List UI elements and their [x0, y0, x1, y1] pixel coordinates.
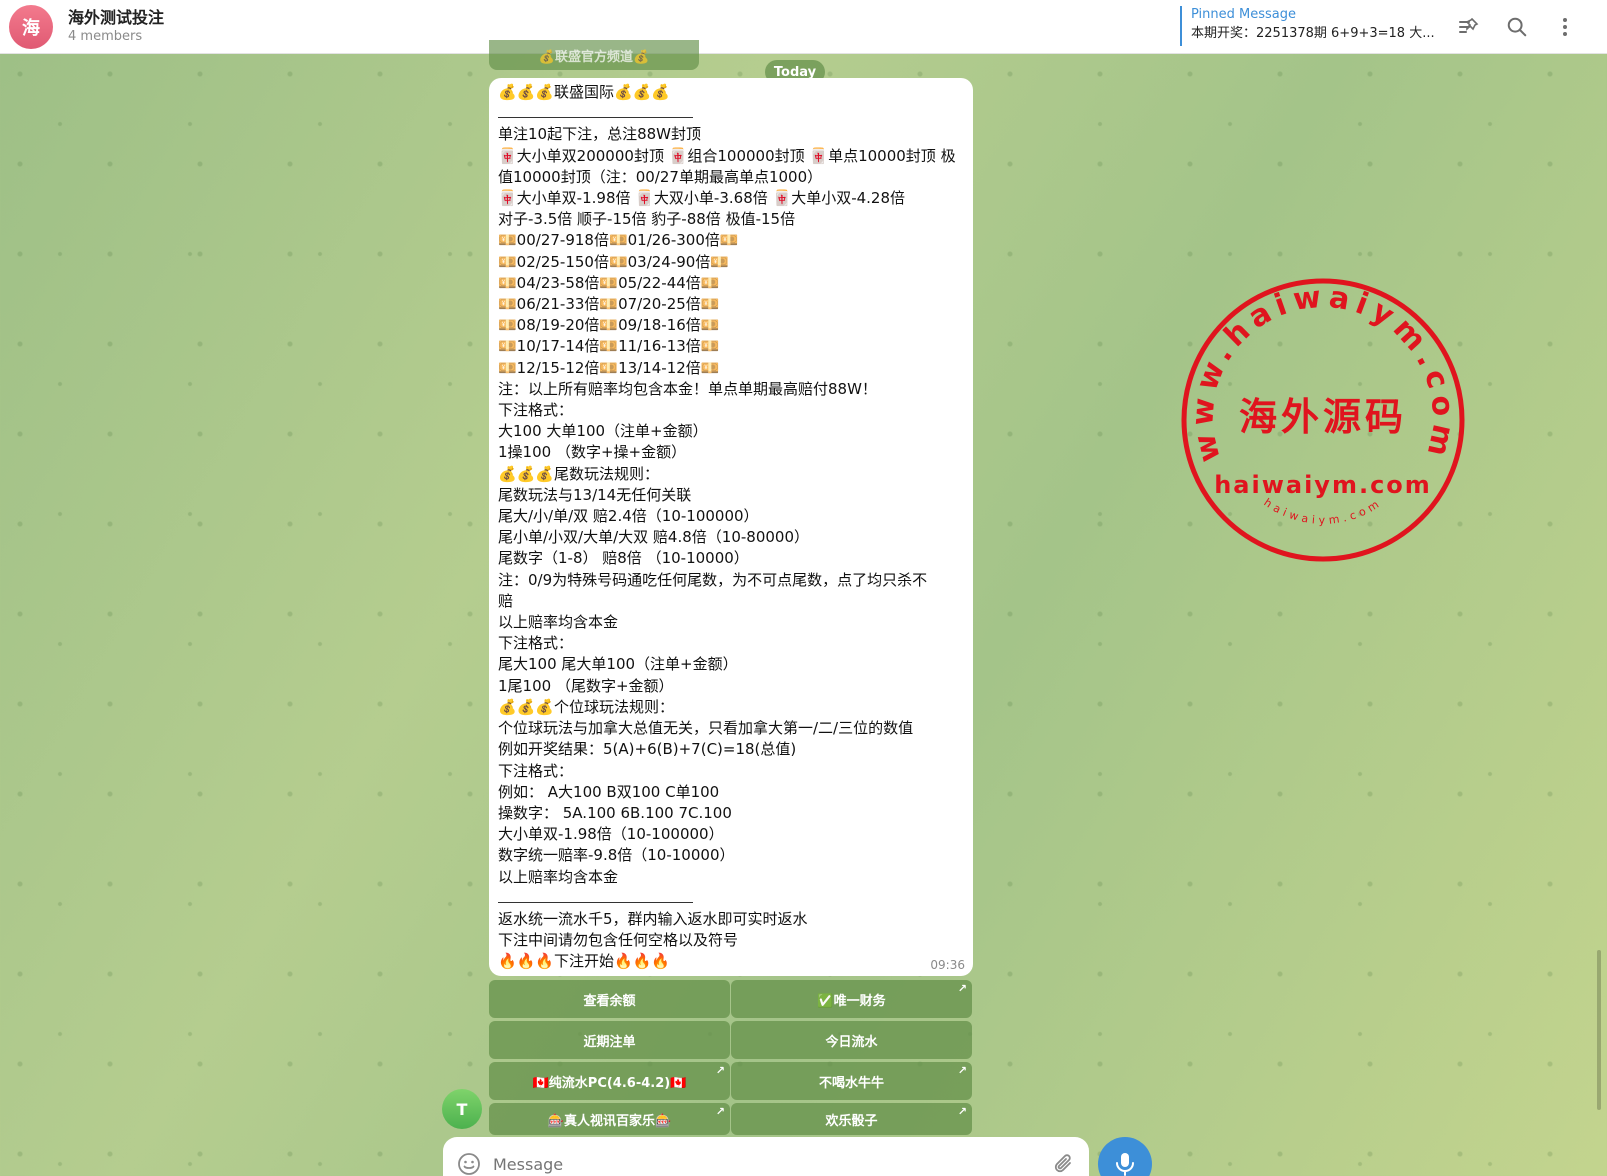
message-line: 🀄大小单双200000封顶 🀄组合100000封顶 🀄单点10000封顶 极 — [498, 146, 956, 165]
message-line: 下注格式： — [498, 761, 574, 780]
stamp-center-text: 海外源码 — [1239, 394, 1407, 439]
message-line: 💴10/17-14倍💴11/16-13倍💴 — [498, 337, 720, 356]
baccarat-button[interactable]: 🎰真人视讯百家乐🎰 ↗ — [489, 1103, 730, 1135]
message-line: 数字统一赔率-9.8倍（10-10000） — [498, 846, 735, 865]
niuniu-button[interactable]: 不喝水牛牛 ↗ — [731, 1062, 972, 1100]
message-line: 💰💰💰联盛国际💰💰💰 — [498, 83, 671, 101]
message-line: 注：0/9为特殊号码通吃任何尾数，为不可点尾数，点了均只杀不 — [498, 570, 928, 589]
message-line: 对子-3.5倍 顺子-15倍 豹子-88倍 极值-15倍 — [498, 210, 796, 229]
external-link-arrow-icon: ↗ — [715, 1105, 725, 1118]
external-link-arrow-icon: ↗ — [957, 1064, 967, 1077]
attach-icon[interactable] — [1053, 1152, 1075, 1176]
check-balance-button[interactable]: 查看余额 — [489, 980, 730, 1018]
message-line: 值10000封顶（注：00/27单期最高单点1000） — [498, 167, 823, 186]
message-line: 大小单双-1.98倍（10-100000） — [498, 825, 724, 844]
today-turnover-button-label: 今日流水 — [825, 1034, 878, 1050]
svg-text:haiwaiym.com: haiwaiym.com — [1261, 496, 1384, 527]
group-avatar[interactable]: 海 — [9, 4, 53, 49]
watermark-stamp: www.haiwaiym.com 海外源码 haiwaiym.com haiwa… — [1181, 278, 1465, 562]
message-line: 单注10起下注，总注88W封顶 — [498, 125, 702, 144]
message-line: 💴00/27-918倍💴01/26-300倍💴 — [498, 231, 739, 250]
microphone-button[interactable] — [1098, 1137, 1152, 1176]
today-turnover-button[interactable]: 今日流水 — [731, 1021, 972, 1059]
finance-button-label: ✅唯一财务 — [817, 993, 886, 1009]
message-line: 尾数字（1-8） 赔8倍 （10-10000） — [498, 549, 749, 568]
message-line: 💰💰💰个位球玩法规则： — [498, 697, 675, 716]
pinned-label: Pinned Message — [1191, 7, 1297, 22]
microphone-icon — [1116, 1153, 1134, 1176]
message-composer — [443, 1137, 1089, 1176]
message-line: 尾数玩法与13/14无任何关联 — [498, 485, 692, 504]
pc-button-label: 🇨🇦纯流水PC(4.6-4.2)🇨🇦 — [532, 1075, 687, 1091]
message-line: 注：以上所有赔率均包含本金！单点单期最高赔付88W！ — [498, 379, 877, 398]
member-count: 4 members — [68, 28, 143, 44]
message-line: 操数字： 5A.100 6B.100 7C.100 — [498, 803, 732, 822]
stamp-small-text: haiwaiym.com — [1261, 496, 1380, 527]
message-line: 下注格式： — [498, 401, 574, 420]
previous-inline-button-label: 💰联盛官方频道💰 — [538, 50, 650, 65]
message-line: 个位球玩法与加拿大总值无关，只看加拿大第一/二/三位的数值 — [498, 719, 914, 738]
finance-button[interactable]: ✅唯一财务 ↗ — [731, 980, 972, 1018]
message-line: 1尾100 （尾数字+金额） — [498, 676, 674, 695]
pinned-text: 本期开奖：2251378期 6+9+3=18 大... — [1191, 26, 1435, 41]
message-input[interactable] — [493, 1149, 1033, 1176]
chat-header: 海 海外测试投注 4 members Pinned Message 本期开奖：2… — [0, 0, 1607, 54]
message-line: 💰💰💰尾数玩法规则： — [498, 464, 660, 483]
recent-bets-button-label: 近期注单 — [583, 1034, 636, 1050]
pc-button[interactable]: 🇨🇦纯流水PC(4.6-4.2)🇨🇦 ↗ — [489, 1062, 730, 1100]
search-icon[interactable] — [1503, 13, 1531, 41]
stamp-domain-text: haiwaiym.com — [1214, 471, 1432, 499]
message-line: 💴02/25-150倍💴03/24-90倍💴 — [498, 252, 730, 271]
recent-bets-button[interactable]: 近期注单 — [489, 1021, 730, 1059]
message-line: 尾大100 尾大单100（注单+金额） — [498, 655, 738, 674]
niuniu-button-label: 不喝水牛牛 — [818, 1075, 884, 1091]
message-line: 以上赔率均含本金 — [498, 613, 619, 632]
message-divider — [498, 888, 963, 909]
chat-scrollbar[interactable] — [1597, 950, 1601, 1110]
pinned-list-icon[interactable] — [1455, 13, 1483, 41]
message-line: 以上赔率均含本金 — [498, 867, 619, 886]
chat-title-block[interactable]: 海外测试投注 4 members — [68, 8, 164, 46]
message-line: 下注中间请勿包含任何空格以及符号 — [498, 931, 739, 950]
external-link-arrow-icon: ↗ — [957, 1105, 967, 1118]
message-line: 赔 — [498, 591, 514, 610]
pinned-message[interactable]: Pinned Message 本期开奖：2251378期 6+9+3=18 大.… — [1180, 6, 1440, 46]
external-link-arrow-icon: ↗ — [957, 982, 967, 995]
message-time: 09:36 — [930, 958, 965, 972]
external-link-arrow-icon: ↗ — [715, 1064, 725, 1077]
message-line: 尾大/小/单/双 赔2.4倍（10-100000） — [498, 507, 759, 526]
message-bubble[interactable]: 💰💰💰联盛国际💰💰💰 单注10起下注，总注88W封顶 🀄大小单双200000封顶 🀄… — [489, 78, 973, 976]
message-text: 💰💰💰联盛国际💰💰💰 单注10起下注，总注88W封顶 🀄大小单双200000封顶 🀄… — [498, 82, 963, 973]
dice-button[interactable]: 欢乐骰子 ↗ — [731, 1103, 972, 1135]
previous-inline-button[interactable]: 💰联盛官方频道💰 — [489, 40, 699, 70]
dice-button-label: 欢乐骰子 — [825, 1113, 878, 1129]
message-line: 1操100 （数字+操+金额） — [498, 443, 687, 462]
more-options-icon[interactable] — [1551, 13, 1579, 41]
message-divider — [498, 103, 963, 124]
emoji-icon[interactable] — [457, 1152, 481, 1176]
message-line: 下注格式： — [498, 634, 574, 653]
sender-avatar[interactable]: T — [442, 1089, 482, 1129]
message-line: 尾小单/小双/大单/大双 赔4.8倍（10-80000） — [498, 528, 810, 547]
chat-title: 海外测试投注 — [68, 7, 165, 27]
message-line: 返水统一流水千5，群内输入返水即可实时返水 — [498, 909, 808, 928]
check-balance-button-label: 查看余额 — [583, 993, 636, 1009]
message-line: 💴08/19-20倍💴09/18-16倍💴 — [498, 316, 720, 335]
message-line: 💴06/21-33倍💴07/20-25倍💴 — [498, 295, 720, 314]
message-line: 💴04/23-58倍💴05/22-44倍💴 — [498, 273, 720, 292]
baccarat-button-label: 🎰真人视讯百家乐🎰 — [547, 1113, 672, 1129]
message-line: 🔥🔥🔥下注开始🔥🔥🔥 — [498, 952, 671, 971]
message-line: 大100 大单100（注单+金额） — [498, 422, 708, 441]
message-line: 例如开奖结果：5(A)+6(B)+7(C)=18(总值) — [498, 740, 797, 759]
message-line: 例如： A大100 B双100 C单100 — [498, 782, 720, 801]
message-line: 💴12/15-12倍💴13/14-12倍💴 — [498, 358, 720, 377]
message-line: 🀄大小单双-1.98倍 🀄大双小单-3.68倍 🀄大单小双-4.28倍 — [498, 189, 906, 208]
